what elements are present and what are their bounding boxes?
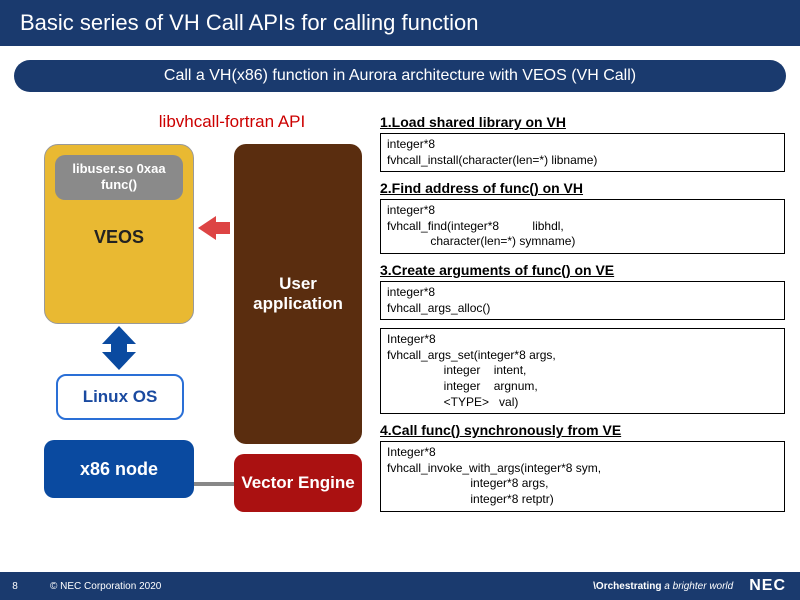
tagline: \Orchestrating a brighter world <box>593 581 743 592</box>
code-box: integer*8 fvhcall_args_alloc() <box>380 281 785 320</box>
content-area: libvhcall-fortran API libuser.so 0xaa fu… <box>0 112 800 570</box>
slide-subtitle: Call a VH(x86) function in Aurora archit… <box>14 60 786 92</box>
step-title: 1.Load shared library on VH <box>380 114 785 130</box>
tagline-prefix: \Orchestrating <box>593 581 661 592</box>
nec-logo: NEC <box>743 577 800 595</box>
vector-engine-box: Vector Engine <box>234 454 362 512</box>
code-box: integer*8 fvhcall_find(integer*8 libhdl,… <box>380 199 785 254</box>
page-number: 8 <box>0 581 30 592</box>
diagram-column: libvhcall-fortran API libuser.so 0xaa fu… <box>14 112 370 528</box>
linux-os-box: Linux OS <box>56 374 184 420</box>
footer: 8 © NEC Corporation 2020 \Orchestrating … <box>0 572 800 600</box>
architecture-diagram: libuser.so 0xaa func() VEOS User applica… <box>14 138 370 528</box>
code-box: integer*8 fvhcall_install(character(len=… <box>380 133 785 172</box>
double-arrow-icon <box>102 326 136 370</box>
slide: Basic series of VH Call APIs for calling… <box>0 0 800 600</box>
copyright: © NEC Corporation 2020 <box>30 581 161 592</box>
code-box: Integer*8 fvhcall_args_set(integer*8 arg… <box>380 328 785 414</box>
step-title: 4.Call func() synchronously from VE <box>380 422 785 438</box>
api-label: libvhcall-fortran API <box>94 112 370 132</box>
veos-box: libuser.so 0xaa func() VEOS <box>44 144 194 324</box>
tagline-rest: a brighter world <box>662 581 734 592</box>
steps-column: 1.Load shared library on VH integer*8 fv… <box>380 112 785 520</box>
step-title: 3.Create arguments of func() on VE <box>380 262 785 278</box>
step-title: 2.Find address of func() on VH <box>380 180 785 196</box>
shared-lib-box: libuser.so 0xaa func() <box>55 155 183 200</box>
connector-line <box>194 482 234 486</box>
veos-label: VEOS <box>45 227 193 248</box>
x86-node-box: x86 node <box>44 440 194 498</box>
slide-title: Basic series of VH Call APIs for calling… <box>0 0 800 46</box>
user-application-box: User application <box>234 144 362 444</box>
code-box: Integer*8 fvhcall_invoke_with_args(integ… <box>380 441 785 511</box>
